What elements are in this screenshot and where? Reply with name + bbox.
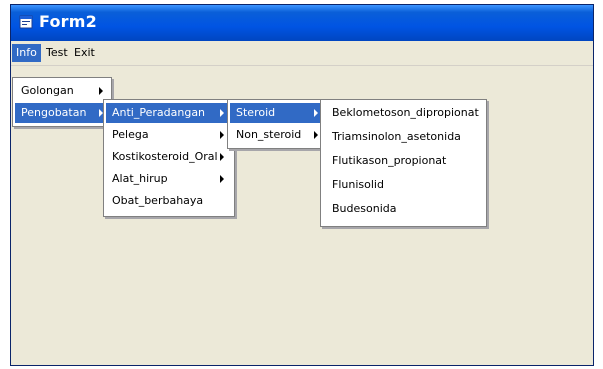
menu-item-steroid[interactable]: Steroid <box>230 103 324 123</box>
menu-exit[interactable]: Exit <box>70 44 99 62</box>
submenu-arrow-icon <box>220 153 224 161</box>
menu-bar: Info Test Exit <box>11 41 593 66</box>
form2-window: Form2 Info Test Exit Golongan Pengobatan… <box>10 4 594 366</box>
submenu-arrow-icon <box>314 109 318 117</box>
menu-item-budesonida[interactable]: Budesonida <box>323 199 484 219</box>
menu-item-flunisolid[interactable]: Flunisolid <box>323 175 484 195</box>
menu-item-non-steroid[interactable]: Non_steroid <box>230 125 324 145</box>
menu-item-flutikason[interactable]: Flutikason_propionat <box>323 151 484 171</box>
menu-item-golongan[interactable]: Golongan <box>15 81 109 101</box>
form-icon <box>19 15 33 29</box>
submenu-arrow-icon <box>220 109 224 117</box>
menu-item-kostikosteroid-oral[interactable]: Kostikosteroid_Oral <box>106 147 232 167</box>
submenu-arrow-icon <box>99 87 103 95</box>
window-title: Form2 <box>39 12 97 31</box>
submenu-arrow-icon <box>220 175 224 183</box>
pengobatan-submenu: Anti_Peradangan Pelega Kostikosteroid_Or… <box>103 99 235 217</box>
menu-item-beklometoson[interactable]: Beklometoson_dipropionat <box>323 103 484 123</box>
title-bar[interactable]: Form2 <box>11 5 593 41</box>
menu-item-pengobatan[interactable]: Pengobatan <box>15 103 109 123</box>
menu-item-alat-hirup[interactable]: Alat_hirup <box>106 169 232 189</box>
menu-item-obat-berbahaya[interactable]: Obat_berbahaya <box>106 191 232 211</box>
submenu-arrow-icon <box>220 131 224 139</box>
menu-item-pelega[interactable]: Pelega <box>106 125 232 145</box>
submenu-arrow-icon <box>314 131 318 139</box>
steroid-submenu: Beklometoson_dipropionat Triamsinolon_as… <box>320 99 487 227</box>
menu-test[interactable]: Test <box>42 44 72 62</box>
info-dropdown: Golongan Pengobatan <box>12 77 112 127</box>
menu-info[interactable]: Info <box>12 44 41 62</box>
anti-peradangan-submenu: Steroid Non_steroid <box>227 99 327 149</box>
menu-item-anti-peradangan[interactable]: Anti_Peradangan <box>106 103 232 123</box>
menu-item-triamsinolon[interactable]: Triamsinolon_asetonida <box>323 127 484 147</box>
